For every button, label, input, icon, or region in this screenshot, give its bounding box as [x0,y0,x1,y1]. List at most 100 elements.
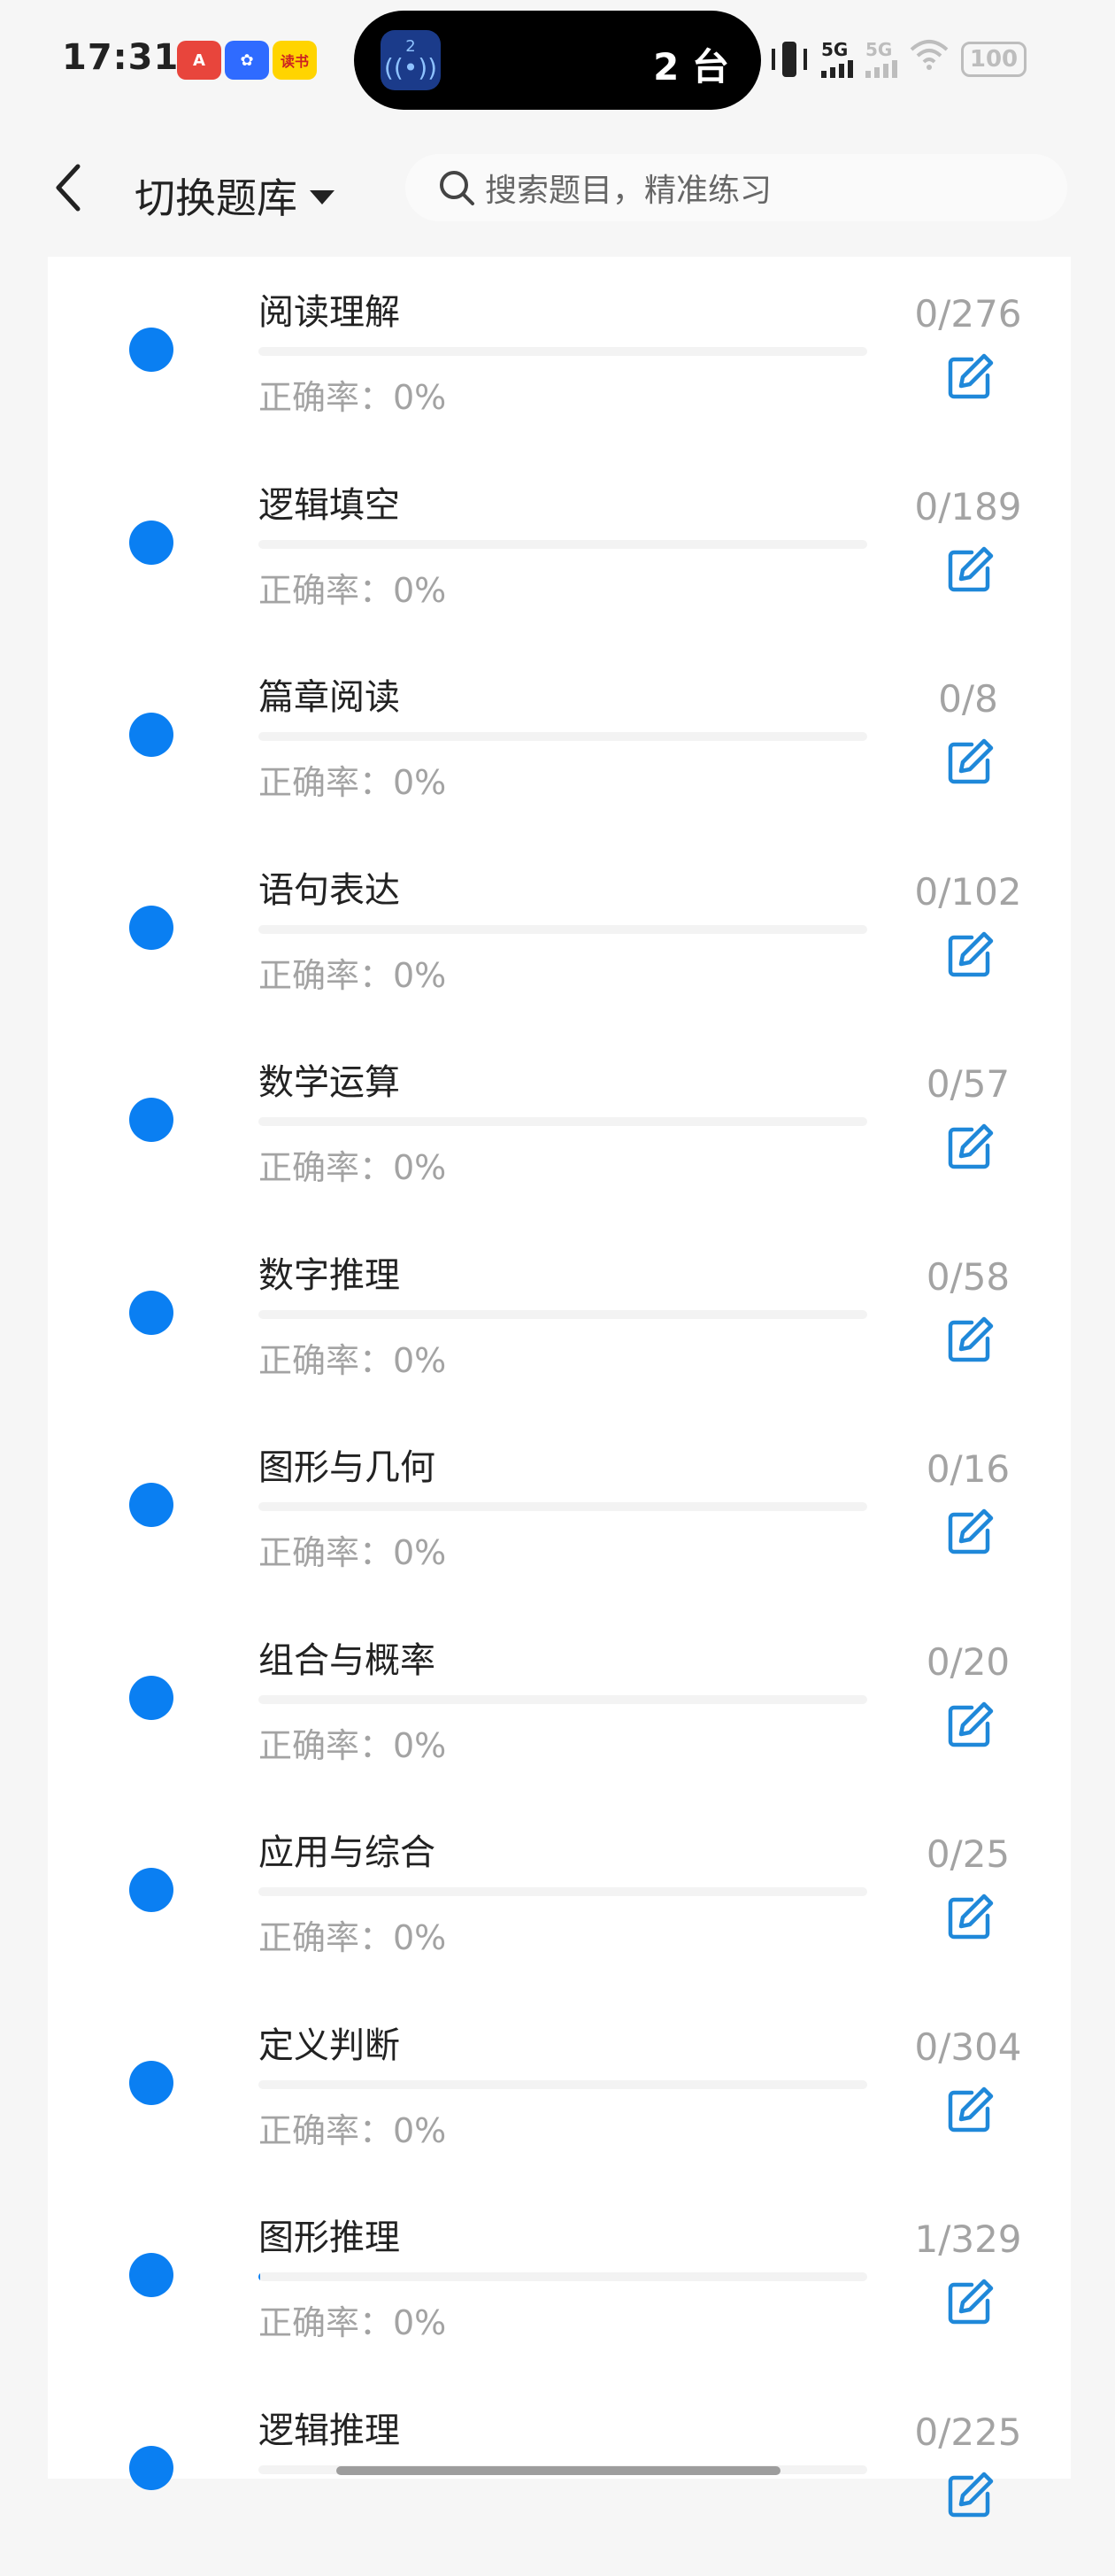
category-dot [129,328,173,372]
answered-count: 0/20 [926,1639,1011,1684]
category-row[interactable]: 阅读理解正确率：0% 0/276 [48,266,1071,458]
edit-practice-icon[interactable] [945,1701,995,1750]
accuracy-rate: 正确率：0% [258,1918,447,1957]
notification-app-icon: A [177,41,221,80]
accuracy-rate: 正确率：0% [258,1148,447,1187]
edit-practice-icon[interactable] [945,930,995,980]
answered-count: 0/57 [926,1062,1011,1106]
cellular-signal-2: 5G [865,41,897,78]
progress-fill [258,2272,261,2281]
progress-bar [258,924,867,934]
category-row[interactable]: 逻辑填空正确率：0% 0/189 [48,459,1071,651]
question-category-list: 阅读理解 正确率：0% 0/276 逻辑填空 正确率：0% 0/189 篇章阅读 正确率：0%… [48,257,1071,2517]
category-dot [129,905,173,950]
category-dot [129,2253,173,2297]
dynamic-island[interactable]: 2 ((•)) 2 台 [354,11,761,110]
category-title: 阅读理解 [258,292,400,333]
progress-bar [258,2079,867,2089]
search-input[interactable]: 搜索题目，精准练习 [405,154,1067,221]
accuracy-rate: 正确率：0% [258,1340,447,1380]
status-bar: 17:31 A ✿ 读书 2 ((•)) 2 台 5G 5G 100 [0,0,1115,124]
search-placeholder: 搜索题目，精准练习 [485,173,773,209]
edit-practice-icon[interactable] [945,1315,995,1365]
progress-bar [258,2272,867,2281]
home-indicator[interactable] [336,2466,780,2475]
accuracy-rate: 正确率：0% [258,378,447,417]
signal-bars-icon [821,58,853,78]
edit-practice-icon[interactable] [945,737,995,787]
category-title: 数字推理 [258,1254,400,1296]
broadcast-icon: ((•)) [383,53,438,82]
category-row[interactable]: 篇章阅读 正确率：0% 0/8 [48,651,1071,843]
edit-practice-icon[interactable] [945,352,995,402]
notification-app-icon: ✿ [225,41,269,80]
system-icons: 5G 5G 100 [770,39,1027,79]
category-title: 语句表达 [258,869,400,911]
category-dot [129,1290,173,1335]
category-title: 组合与概率 [258,1639,435,1681]
top-nav-bar: 切换题库 搜索题目，精准练习 [0,133,1115,248]
category-title: 定义判断 [258,2025,400,2066]
category-title: 逻辑填空 [258,484,400,526]
edit-practice-icon[interactable] [945,2086,995,2135]
answered-count: 0/58 [926,1254,1011,1299]
island-device-count: 2 台 [653,45,729,89]
progress-bar [258,347,867,356]
category-dot [129,520,173,565]
category-row[interactable]: 应用与综合正确率：0% 0/25 [48,1806,1071,1998]
category-row[interactable]: 逻辑推理 0/225 [48,2384,1071,2576]
accuracy-rate: 正确率：0% [258,2303,447,2342]
back-arrow-icon[interactable] [51,161,87,214]
network-type-label: 5G [865,38,893,60]
answered-count: 0/276 [914,292,1022,335]
accuracy-rate: 正确率：0% [258,1533,447,1572]
answered-count: 0/25 [926,1832,1011,1876]
category-title: 篇章阅读 [258,677,400,718]
progress-bar [258,1887,867,1896]
edit-practice-icon[interactable] [945,2278,995,2327]
category-row[interactable]: 数字推理正确率：0% 0/58 [48,1229,1071,1421]
answered-count: 0/304 [914,2025,1022,2069]
progress-bar [258,1694,867,1704]
accuracy-rate: 正确率：0% [258,570,447,610]
category-dot [129,713,173,757]
wifi-icon [910,39,949,79]
category-row[interactable]: 语句表达 正确率：0% 0/102 [48,844,1071,1036]
progress-bar [258,1117,867,1126]
notification-app-icon: 读书 [273,41,317,80]
answered-count: 1/329 [914,2217,1022,2261]
progress-bar [258,732,867,741]
edit-practice-icon[interactable] [945,2471,995,2520]
edit-practice-icon[interactable] [945,545,995,595]
category-dot [129,1483,173,1527]
caret-down-icon [310,190,334,204]
category-dot [129,1868,173,1912]
answered-count: 0/225 [914,2410,1022,2454]
status-time: 17:31 [62,37,180,78]
progress-bar [258,539,867,549]
switch-question-bank-label: 切换题库 [135,174,297,222]
category-row[interactable]: 定义判断 正确率：0% 0/304 [48,1999,1071,2191]
category-dot [129,1675,173,1720]
answered-count: 0/16 [926,1447,1011,1491]
answered-count: 0/189 [914,484,1022,528]
category-dot [129,2060,173,2105]
category-title: 应用与综合 [258,1832,435,1873]
search-icon [440,171,474,205]
edit-practice-icon[interactable] [945,1122,995,1172]
switch-question-bank-button[interactable]: 切换题库 [135,166,334,225]
category-row[interactable]: 组合与概率 正确率：0% 0/20 [48,1614,1071,1806]
category-row[interactable]: 图形推理正确率：0% 1/329 [48,2191,1071,2383]
signal-bars-icon [865,58,897,78]
category-title: 图形与几何 [258,1447,435,1488]
category-title: 图形推理 [258,2217,400,2258]
edit-practice-icon[interactable] [945,1508,995,1557]
notification-app-icons: A ✿ 读书 [177,41,317,80]
category-row[interactable]: 数学运算正确率：0% 0/57 [48,1036,1071,1228]
category-dot [129,2445,173,2490]
category-row[interactable]: 图形与几何正确率：0% 0/16 [48,1421,1071,1613]
category-title: 数学运算 [258,1062,400,1103]
accuracy-rate: 正确率：0% [258,763,447,802]
edit-practice-icon[interactable] [945,1893,995,1942]
battery-icon: 100 [961,41,1027,77]
